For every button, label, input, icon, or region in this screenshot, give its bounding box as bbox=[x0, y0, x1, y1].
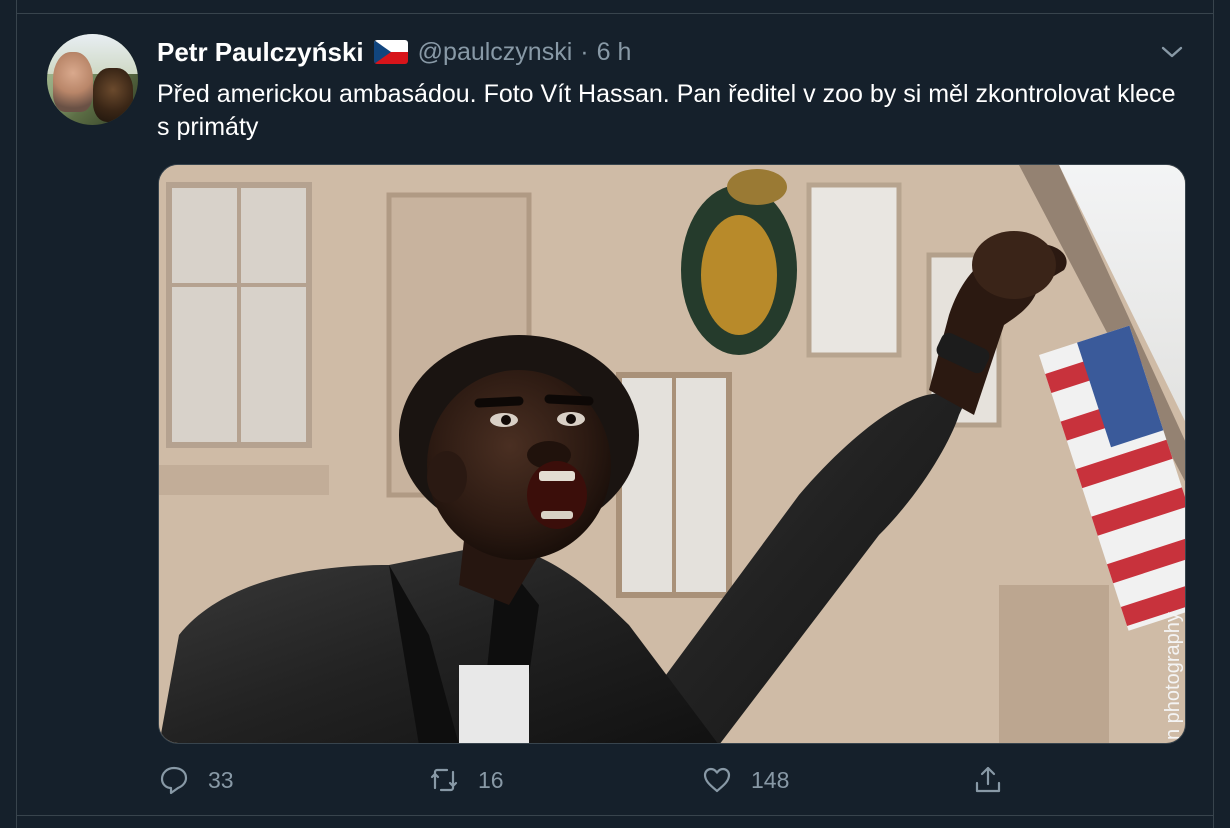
tweet-timestamp[interactable]: 6 h bbox=[597, 38, 632, 67]
avatar-person bbox=[53, 52, 93, 112]
tweet-text: Před americkou ambasádou. Foto Vít Hassa… bbox=[157, 80, 1176, 141]
photo-watermark: n photography bbox=[1162, 612, 1184, 740]
reply-icon bbox=[160, 766, 188, 795]
retweet-button[interactable]: 16 bbox=[428, 760, 504, 800]
author-handle[interactable]: @paulczynski bbox=[418, 38, 573, 67]
tweet-photo[interactable]: n photography bbox=[158, 164, 1186, 744]
avatar[interactable] bbox=[47, 34, 138, 125]
share-button[interactable] bbox=[972, 760, 1004, 800]
share-icon bbox=[975, 766, 1001, 793]
czech-flag-icon bbox=[373, 40, 408, 64]
reply-button[interactable]: 33 bbox=[158, 760, 234, 800]
retweet-icon bbox=[430, 768, 458, 792]
avatar-dog bbox=[93, 68, 133, 122]
divider bbox=[16, 13, 1214, 14]
reply-count: 33 bbox=[208, 766, 234, 793]
tweet-actions: 33 16 148 bbox=[158, 760, 1018, 800]
heart-icon bbox=[703, 767, 731, 793]
author-name[interactable]: Petr Paulczyński bbox=[157, 37, 364, 68]
tweet-header: Petr Paulczyński @paulczynski · 6 h bbox=[157, 34, 631, 70]
retweet-count: 16 bbox=[478, 766, 504, 793]
separator-dot: · bbox=[580, 37, 589, 66]
like-button[interactable]: 148 bbox=[701, 760, 789, 800]
like-count: 148 bbox=[751, 766, 790, 793]
divider bbox=[16, 815, 1214, 816]
chevron-down-icon[interactable] bbox=[1160, 42, 1184, 62]
